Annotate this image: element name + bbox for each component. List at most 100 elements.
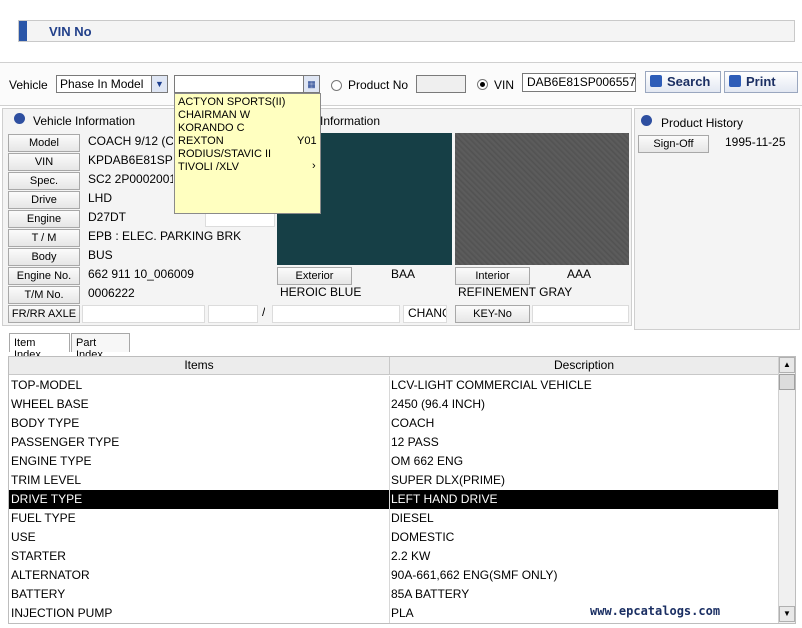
column-divider	[389, 414, 390, 433]
chang-text: CHANG	[408, 306, 446, 320]
exterior-button[interactable]: Exterior	[277, 267, 352, 285]
interior-code: AAA	[567, 267, 592, 281]
field-label-engine-no: Engine No.	[8, 267, 80, 285]
table-row[interactable]: BODY TYPE COACH	[9, 414, 779, 433]
row-description: COACH	[391, 416, 435, 430]
table-row[interactable]: ALTERNATOR 90A-661,662 ENG(SMF ONLY)	[9, 566, 779, 585]
field-label-tm: T / M	[8, 229, 80, 247]
interior-button[interactable]: Interior	[455, 267, 530, 285]
product-no-input[interactable]	[416, 75, 466, 93]
print-button[interactable]: Print	[724, 71, 798, 93]
scroll-thumb[interactable]	[779, 374, 795, 390]
field-value-tm: EPB : ELEC. PARKING BRK	[88, 229, 242, 243]
dropdown-item[interactable]: REXTON	[178, 135, 224, 147]
row-description: 2450 (96.4 INCH)	[391, 397, 486, 411]
row-item: PASSENGER TYPE	[11, 435, 120, 449]
dropdown-item[interactable]: ACTYON SPORTS(II)	[178, 96, 285, 108]
scroll-down-icon[interactable]: ▼	[779, 606, 795, 622]
column-header-items[interactable]: Items	[9, 357, 390, 375]
product-no-radio[interactable]	[331, 80, 342, 91]
column-divider	[389, 490, 390, 509]
table-row[interactable]: TRIM LEVEL SUPER DLX(PRIME)	[9, 471, 779, 490]
table-row[interactable]: DRIVE TYPE LEFT HAND DRIVE	[9, 490, 779, 509]
search-button[interactable]: Search	[645, 71, 721, 93]
row-item: DRIVE TYPE	[11, 492, 83, 506]
vin-input[interactable]: DAB6E81SP006557	[522, 73, 636, 92]
column-divider	[389, 509, 390, 528]
table-row[interactable]: STARTER 2.2 KW	[9, 547, 779, 566]
interior-name: REFINEMENT GRAY	[458, 285, 573, 299]
key-no-button[interactable]: KEY-No	[455, 305, 530, 323]
column-divider	[389, 528, 390, 547]
column-divider	[389, 376, 390, 395]
field-label-body: Body	[8, 248, 80, 266]
axle-mid-cell	[208, 305, 258, 323]
table-row[interactable]: BATTERY 85A BATTERY	[9, 585, 779, 604]
field-label-axle: FR/RR AXLE	[8, 305, 80, 323]
vehicle-type-value: Phase In Model	[60, 77, 144, 91]
row-item: BATTERY	[11, 587, 66, 601]
print-icon	[729, 75, 741, 87]
vertical-scrollbar[interactable]: ▲ ▼	[778, 357, 795, 623]
gear-icon	[14, 113, 25, 124]
dropdown-item[interactable]: RODIUS/STAVIC II	[178, 148, 271, 160]
row-item: BODY TYPE	[11, 416, 80, 430]
search-icon	[650, 75, 662, 87]
watermark-text: www.epcatalogs.com	[590, 604, 721, 618]
sign-off-button[interactable]: Sign-Off	[638, 135, 709, 153]
scroll-up-icon[interactable]: ▲	[779, 357, 795, 373]
item-grid: Items Description TOP-MODEL LCV-LIGHT COM…	[8, 356, 796, 624]
field-value-drive: LHD	[88, 191, 113, 205]
table-row[interactable]: FUEL TYPE DIESEL	[9, 509, 779, 528]
key-no-value	[532, 305, 629, 323]
chevron-down-icon[interactable]: ▼	[151, 76, 167, 92]
vehicle-label: Vehicle	[9, 78, 48, 92]
product-no-label: Product No	[348, 78, 409, 92]
vin-label: VIN	[494, 78, 515, 92]
row-description: 12 PASS	[391, 435, 439, 449]
row-description: 85A BATTERY	[391, 587, 470, 601]
sign-off-date: 1995-11-25	[725, 135, 786, 149]
row-description: DOMESTIC	[391, 530, 455, 544]
row-item: STARTER	[11, 549, 66, 563]
title-bar: VIN No	[18, 20, 795, 42]
field-label-engine: Engine	[8, 210, 80, 228]
field-value-tm-no: 0006222	[88, 286, 135, 300]
table-row[interactable]: WHEEL BASE 2450 (96.4 INCH)	[9, 395, 779, 414]
column-header-description[interactable]: Description	[390, 357, 779, 375]
dropdown-item[interactable]: CHAIRMAN W	[178, 109, 250, 121]
row-item: TOP-MODEL	[11, 378, 83, 392]
field-label-tm-no: T/M No.	[8, 286, 80, 304]
vin-radio[interactable]	[477, 79, 488, 90]
row-item: ALTERNATOR	[11, 568, 90, 582]
axle-separator: /	[262, 305, 266, 319]
field-value-model: COACH 9/12 (C	[88, 134, 173, 148]
print-button-label: Print	[746, 74, 776, 89]
dropdown-item[interactable]: TIVOLI /XLV	[178, 161, 239, 173]
field-label-model: Model	[8, 134, 80, 152]
exterior-name: HEROIC BLUE	[280, 285, 362, 299]
row-item: WHEEL BASE	[11, 397, 89, 411]
tab-item-index[interactable]: Item Index	[9, 333, 70, 361]
row-description: 2.2 KW	[391, 549, 431, 563]
row-description: SUPER DLX(PRIME)	[391, 473, 506, 487]
row-description: OM 662 ENG	[391, 454, 464, 468]
dropdown-item[interactable]: KORANDO C	[178, 122, 245, 134]
field-value-spec: SC2 2P0002001	[88, 172, 173, 186]
column-divider	[389, 585, 390, 604]
row-item: INJECTION PUMP	[11, 606, 113, 620]
interior-color-swatch	[455, 133, 629, 265]
tab-part-index[interactable]: Part Index	[71, 333, 130, 361]
gear-icon	[641, 115, 652, 126]
table-row[interactable]: USE DOMESTIC	[9, 528, 779, 547]
row-item: ENGINE TYPE	[11, 454, 92, 468]
dropdown-grid-icon[interactable]: ▦	[303, 76, 319, 92]
axle-front-cell	[82, 305, 205, 323]
row-item: FUEL TYPE	[11, 511, 76, 525]
table-row[interactable]: PASSENGER TYPE 12 PASS	[9, 433, 779, 452]
vehicle-type-select[interactable]: Phase In Model ▼	[56, 75, 168, 93]
model-input[interactable]: ▦	[174, 75, 320, 93]
table-row[interactable]: TOP-MODEL LCV-LIGHT COMMERCIAL VEHICLE	[9, 376, 779, 395]
table-row[interactable]: ENGINE TYPE OM 662 ENG	[9, 452, 779, 471]
row-description: LEFT HAND DRIVE	[391, 492, 498, 506]
